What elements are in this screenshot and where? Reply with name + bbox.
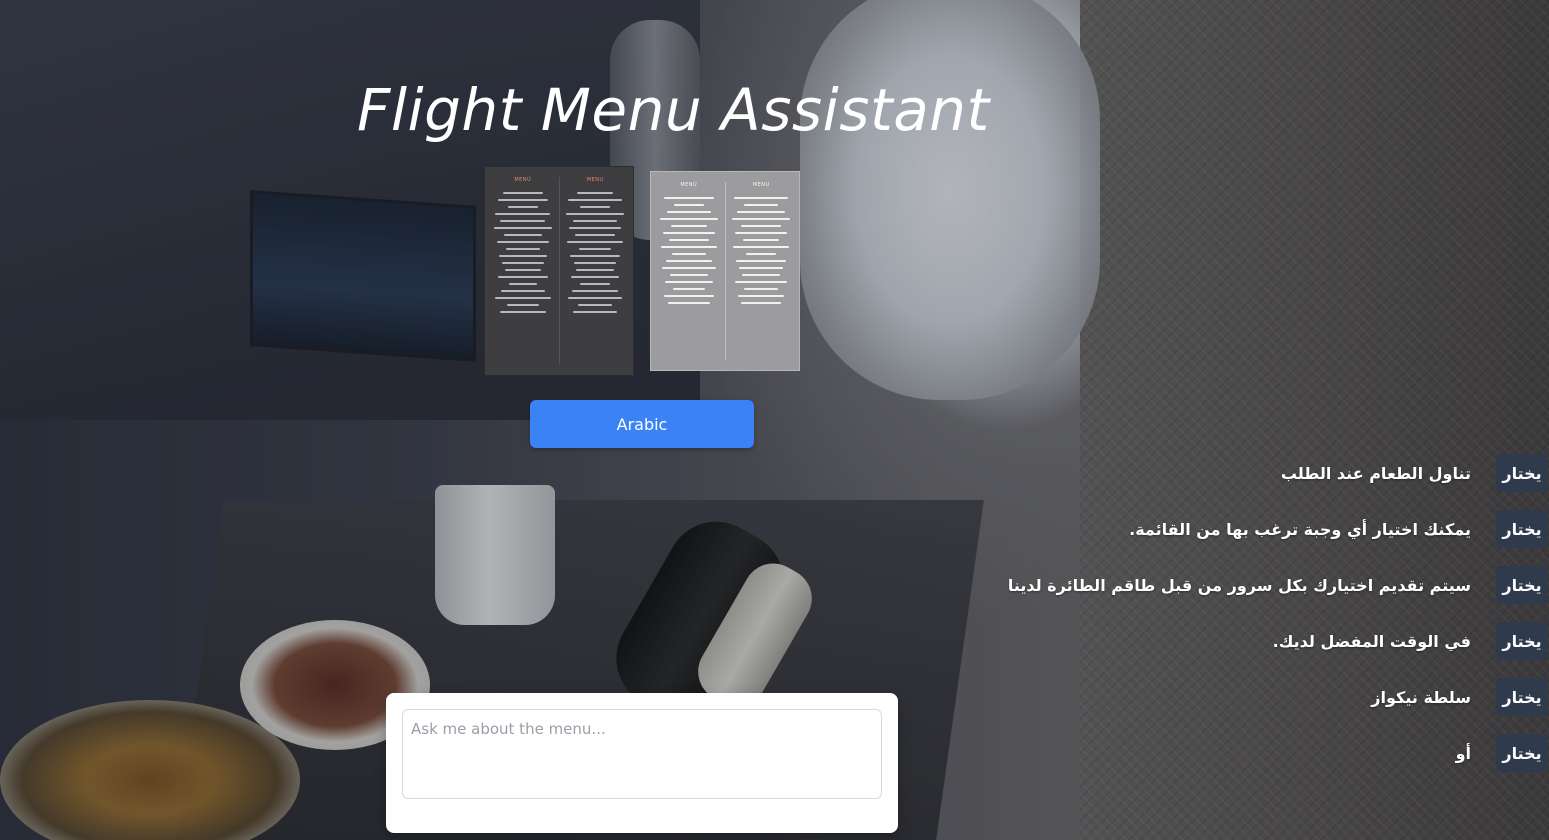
menu-items-list: تناول الطعام عند الطلب يختار يمكنك اختيا… [1008,446,1549,782]
choose-button[interactable]: يختار [1496,622,1548,660]
menu-item-text: يمكنك اختيار أي وجبة ترغب بها من القائمة… [1129,520,1471,539]
language-button[interactable]: Arabic [530,400,754,448]
page-title: Flight Menu Assistant [357,76,990,144]
menu-item-row: في الوقت المفضل لديك. يختار [1060,614,1549,670]
choose-button[interactable]: يختار [1496,566,1548,604]
menu-item-row: سيتم تقديم اختيارك بكل سرور من قبل طاقم … [1008,558,1549,614]
chat-input[interactable] [402,709,882,799]
menu-item-row: سلطة نيكواز يختار [1060,670,1549,726]
menu-item-text: تناول الطعام عند الطلب [1280,464,1471,483]
choose-button[interactable]: يختار [1496,734,1548,772]
menu-item-text: سلطة نيكواز [1371,688,1471,707]
menu-heading: MENU [586,177,604,183]
menu-item-row: تناول الطعام عند الطلب يختار [1060,446,1549,502]
menu-image-light[interactable]: MENÚ MENU [650,171,800,371]
menu-image-dark[interactable]: MENÚ MENU [484,166,634,376]
menu-heading: MENÚ [680,182,698,188]
chat-panel [386,693,898,833]
menu-item-text: سيتم تقديم اختيارك بكل سرور من قبل طاقم … [1007,576,1471,595]
menu-item-row: يمكنك اختيار أي وجبة ترغب بها من القائمة… [1060,502,1549,558]
choose-button[interactable]: يختار [1496,678,1548,716]
menu-heading: MENU [752,182,770,188]
menu-item-row: أو يختار [1060,726,1549,782]
app-root: Flight Menu Assistant MENÚ MENU MENÚ MEN… [0,0,1549,840]
menu-column: MENU [564,177,628,365]
menu-column: MENÚ [491,177,555,365]
menu-item-text: أو [1455,744,1471,763]
choose-button[interactable]: يختار [1496,454,1548,492]
menu-column: MENU [730,182,794,360]
menu-column: MENÚ [657,182,721,360]
menu-heading: MENÚ [514,177,532,183]
menu-item-text: في الوقت المفضل لديك. [1272,632,1471,651]
choose-button[interactable]: يختار [1496,510,1548,548]
